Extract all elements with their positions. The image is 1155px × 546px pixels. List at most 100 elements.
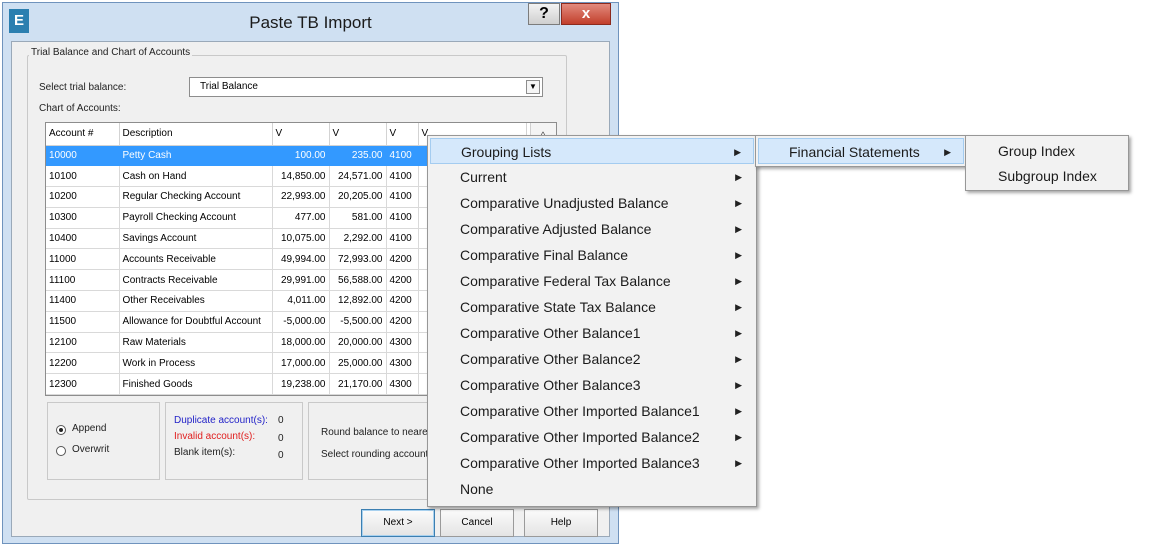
cell-value: 4100: [386, 228, 419, 250]
cell-value: 21,170.00: [329, 373, 387, 395]
rounding-account-label: Select rounding account:: [321, 449, 432, 460]
cell-value: -5,500.00: [329, 311, 387, 333]
cell-value: 4300: [386, 352, 419, 375]
cell-description: Petty Cash: [119, 145, 273, 167]
menu-item-current[interactable]: Current ▶: [430, 164, 754, 190]
append-radio[interactable]: [56, 425, 66, 435]
cell-description: Work in Process: [119, 352, 273, 375]
submenu-arrow-icon: ▶: [735, 250, 742, 260]
cell-value: 10,075.00: [272, 228, 330, 250]
cell-value: 18,000.00: [272, 332, 330, 354]
col-header-v2[interactable]: V: [329, 123, 387, 146]
invalid-accounts-value: 0: [278, 433, 284, 444]
import-mode-panel: Append Overwrit: [47, 402, 160, 480]
menu-item-label: Comparative Federal Tax Balance: [460, 273, 671, 289]
menu-item-comparative-other-imported-3[interactable]: Comparative Other Imported Balance3 ▶: [430, 450, 754, 476]
submenu-arrow-icon: ▶: [735, 172, 742, 182]
cell-account: 12100: [46, 332, 120, 354]
help-button[interactable]: Help: [524, 509, 598, 537]
cell-value: 72,993.00: [329, 248, 387, 271]
cell-value: 4100: [386, 145, 419, 167]
col-header-v1[interactable]: V: [272, 123, 330, 146]
menu-item-label: Financial Statements: [789, 144, 920, 160]
cell-value: 17,000.00: [272, 352, 330, 375]
cell-description: Raw Materials: [119, 332, 273, 354]
cell-account: 12200: [46, 352, 120, 375]
window-title: Paste TB Import: [249, 13, 372, 32]
cell-description: Contracts Receivable: [119, 269, 273, 292]
import-counts-panel: Duplicate account(s): 0 Invalid account(…: [165, 402, 303, 480]
cell-value: 49,994.00: [272, 248, 330, 271]
cell-value: 12,892.00: [329, 290, 387, 312]
menu-item-financial-statements[interactable]: Financial Statements ▶: [758, 138, 964, 164]
menu-item-comparative-other-imported-2[interactable]: Comparative Other Imported Balance2 ▶: [430, 424, 754, 450]
chevron-down-icon[interactable]: ▼: [526, 80, 540, 94]
menu-item-comparative-other-3[interactable]: Comparative Other Balance3 ▶: [430, 372, 754, 398]
title-bar[interactable]: E Paste TB Import ? x: [3, 3, 618, 41]
menu-item-label: Current: [460, 169, 507, 185]
help-icon[interactable]: ?: [528, 3, 560, 25]
menu-item-comparative-other-imported-1[interactable]: Comparative Other Imported Balance1 ▶: [430, 398, 754, 424]
menu-item-label: Comparative State Tax Balance: [460, 299, 656, 315]
cell-value: 19,238.00: [272, 373, 330, 395]
cell-account: 11100: [46, 269, 120, 292]
menu-item-comparative-other-2[interactable]: Comparative Other Balance2 ▶: [430, 346, 754, 372]
menu-item-group-index[interactable]: Group Index: [968, 138, 1126, 164]
menu-item-grouping-lists[interactable]: Grouping Lists ▶: [430, 138, 754, 164]
submenu-arrow-icon: ▶: [735, 406, 742, 416]
menu-item-label: Comparative Other Balance1: [460, 325, 641, 341]
cell-value: 20,205.00: [329, 186, 387, 208]
next-button[interactable]: Next >: [361, 509, 435, 537]
menu-item-label: Comparative Other Balance3: [460, 377, 641, 393]
cell-value: 20,000.00: [329, 332, 387, 354]
cell-value: 4200: [386, 311, 419, 333]
menu-item-subgroup-index[interactable]: Subgroup Index: [968, 163, 1126, 189]
cell-account: 10200: [46, 186, 120, 208]
cell-account: 10400: [46, 228, 120, 250]
balance-context-menu: Grouping Lists ▶ Current ▶ Comparative U…: [427, 135, 757, 507]
menu-item-comparative-adjusted[interactable]: Comparative Adjusted Balance ▶: [430, 216, 754, 242]
cell-description: Cash on Hand: [119, 165, 273, 188]
cell-value: 581.00: [329, 207, 387, 229]
submenu-arrow-icon: ▶: [944, 147, 951, 157]
cell-value: 100.00: [272, 145, 330, 167]
cell-value: 4300: [386, 332, 419, 354]
menu-item-comparative-state-tax[interactable]: Comparative State Tax Balance ▶: [430, 294, 754, 320]
cell-description: Payroll Checking Account: [119, 207, 273, 229]
menu-item-none[interactable]: None: [430, 476, 754, 502]
cell-value: 4300: [386, 373, 419, 395]
cell-value: 29,991.00: [272, 269, 330, 292]
menu-item-comparative-federal-tax[interactable]: Comparative Federal Tax Balance ▶: [430, 268, 754, 294]
append-label[interactable]: Append: [72, 423, 106, 434]
duplicate-accounts-value: 0: [278, 415, 284, 426]
trial-balance-select[interactable]: Trial Balance ▼: [189, 77, 543, 97]
col-header-account[interactable]: Account #: [46, 123, 120, 146]
cell-description: Regular Checking Account: [119, 186, 273, 208]
cell-account: 11500: [46, 311, 120, 333]
menu-item-label: Comparative Final Balance: [460, 247, 629, 263]
col-header-description[interactable]: Description: [119, 123, 273, 146]
cancel-button[interactable]: Cancel: [440, 509, 514, 537]
cell-value: 4100: [386, 186, 419, 208]
cell-value: 4200: [386, 269, 419, 292]
blank-items-value: 0: [278, 450, 284, 461]
cell-value: 4200: [386, 248, 419, 271]
col-header-v3[interactable]: V: [386, 123, 419, 146]
cell-account: 10100: [46, 165, 120, 188]
menu-item-label: Comparative Adjusted Balance: [460, 221, 652, 237]
cell-description: Finished Goods: [119, 373, 273, 395]
submenu-arrow-icon: ▶: [735, 380, 742, 390]
trial-balance-select-value: Trial Balance: [200, 81, 258, 92]
overwrite-label[interactable]: Overwrit: [72, 444, 109, 455]
menu-item-comparative-other-1[interactable]: Comparative Other Balance1 ▶: [430, 320, 754, 346]
close-icon[interactable]: x: [561, 3, 611, 25]
menu-item-label: Group Index: [998, 143, 1076, 159]
cell-value: 4100: [386, 165, 419, 188]
menu-item-label: None: [460, 481, 494, 497]
submenu-arrow-icon: ▶: [734, 147, 741, 157]
submenu-arrow-icon: ▶: [735, 302, 742, 312]
overwrite-radio[interactable]: [56, 446, 66, 456]
menu-item-comparative-final[interactable]: Comparative Final Balance ▶: [430, 242, 754, 268]
menu-item-comparative-unadjusted[interactable]: Comparative Unadjusted Balance ▶: [430, 190, 754, 216]
menu-item-label: Comparative Unadjusted Balance: [460, 195, 669, 211]
